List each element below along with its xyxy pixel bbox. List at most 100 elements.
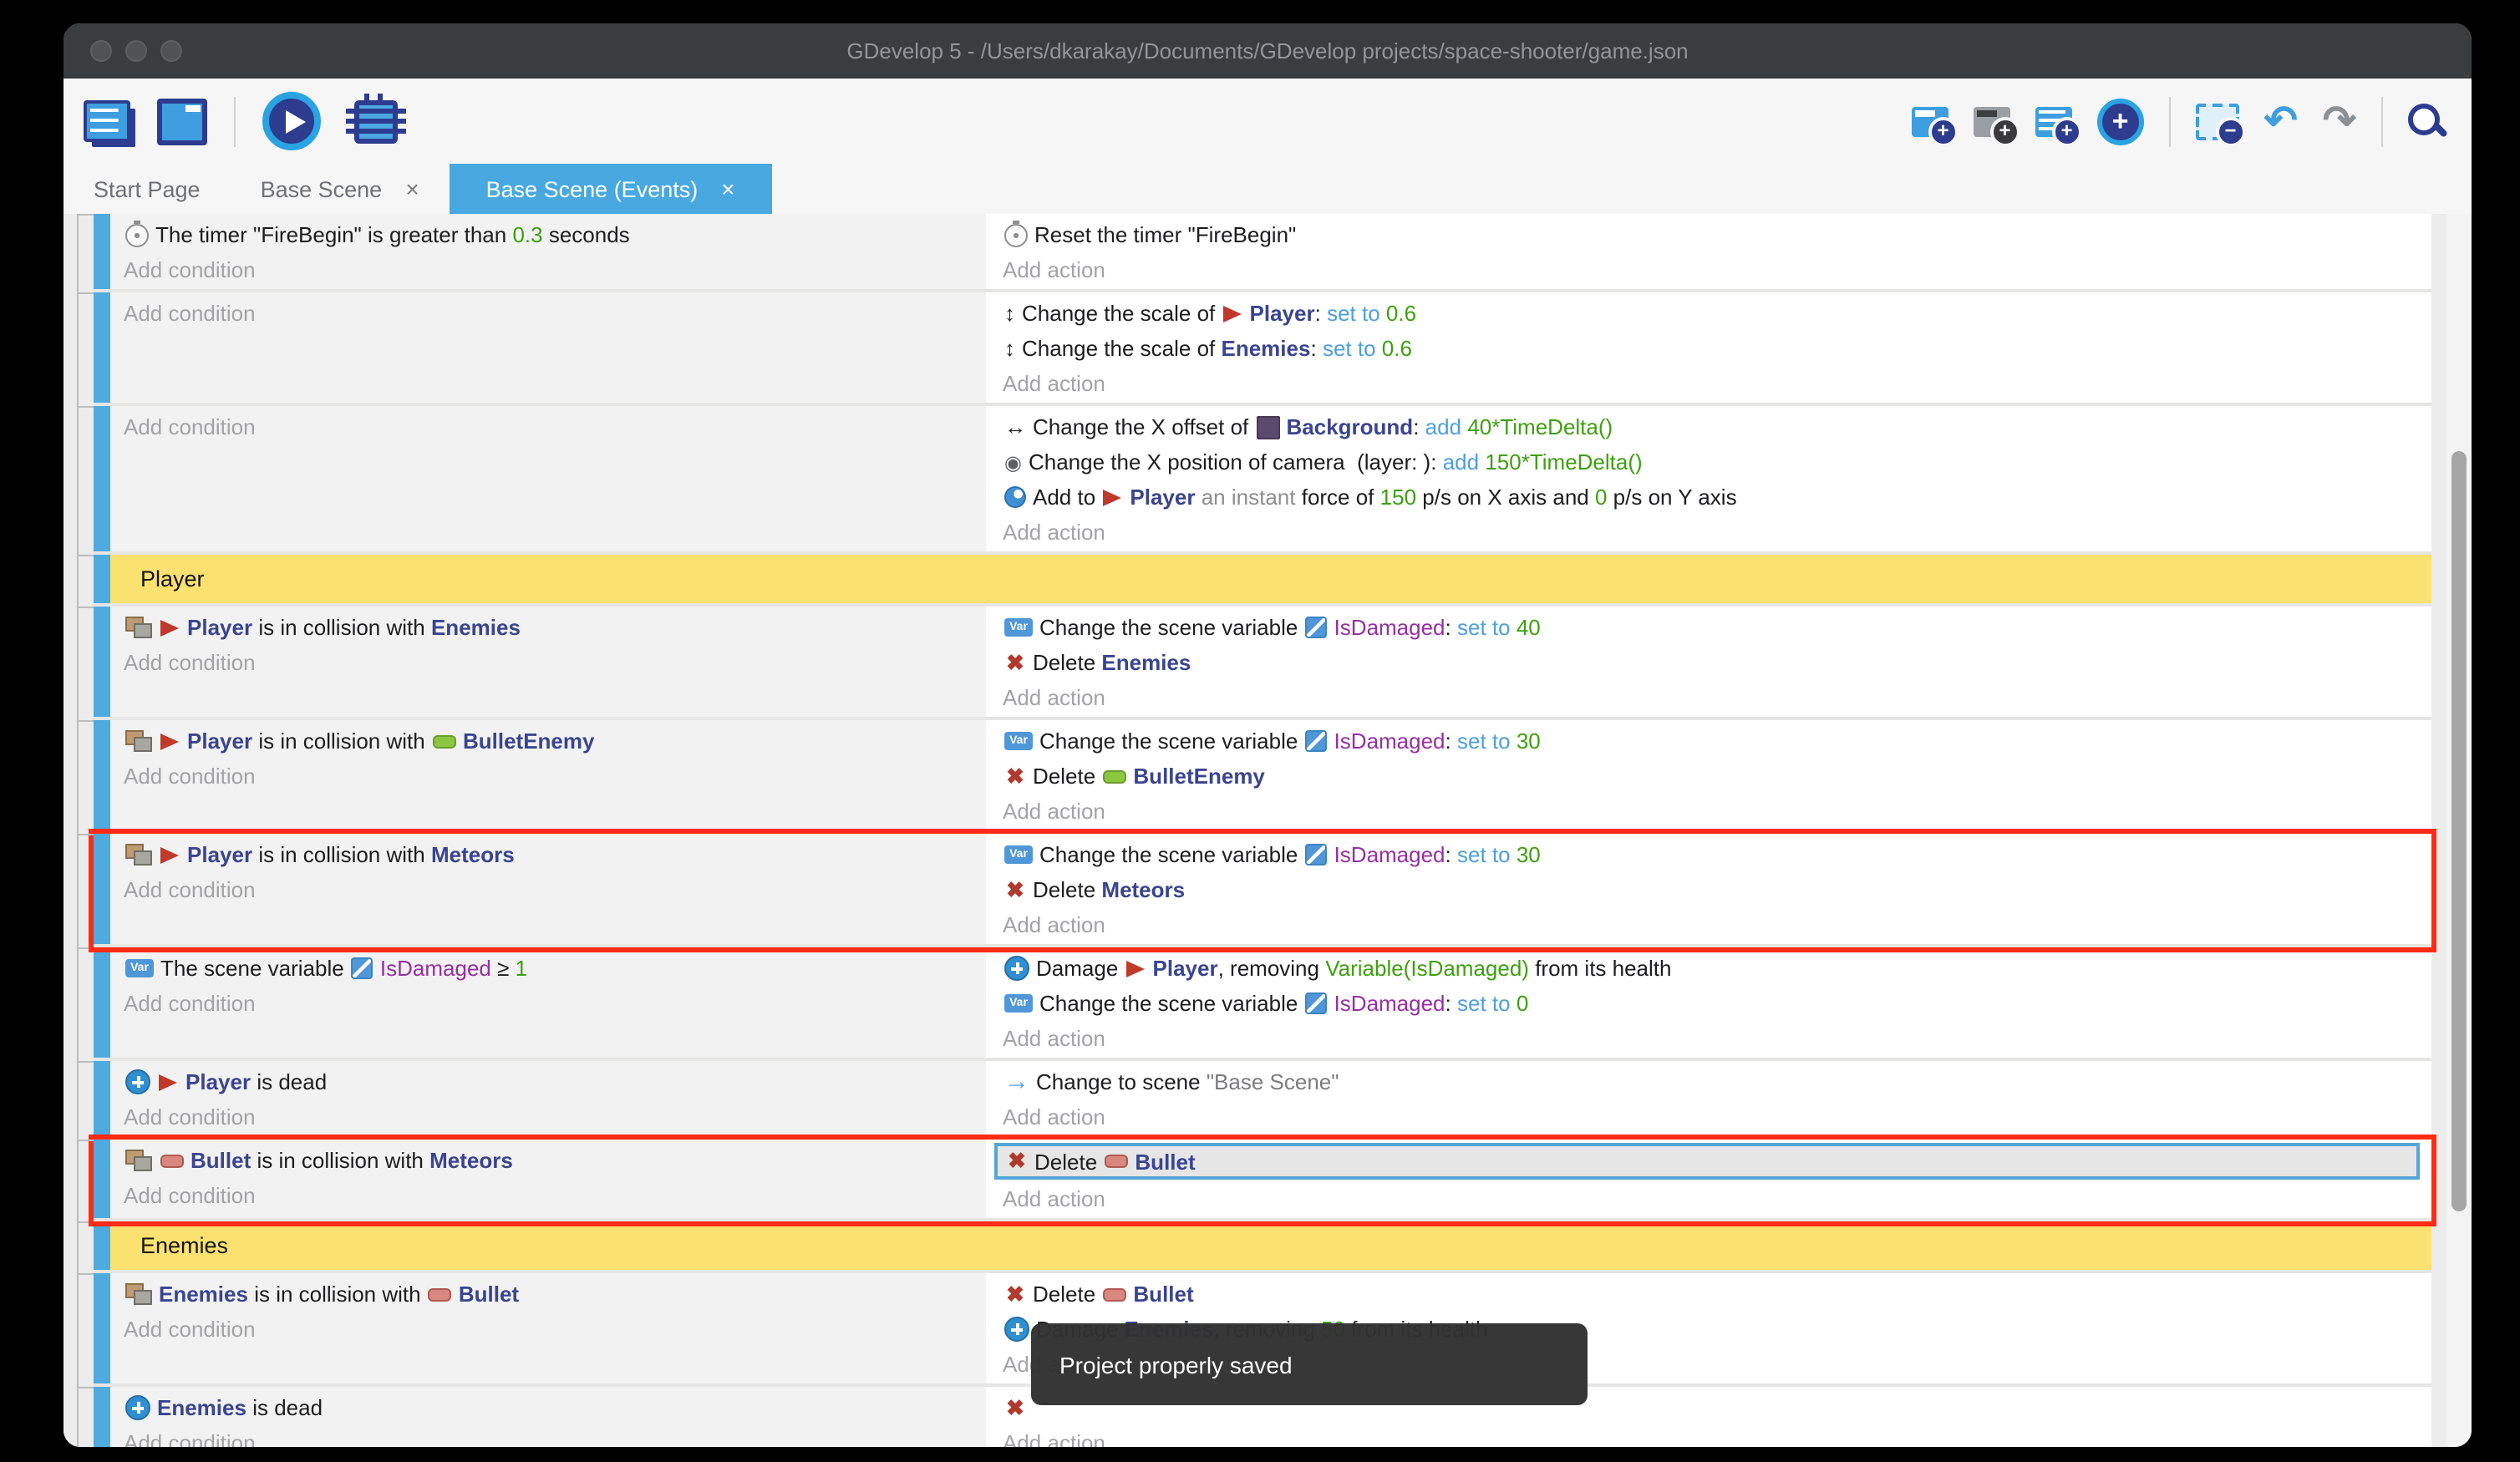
add-condition-link[interactable]: Add condition	[124, 986, 986, 1021]
condition-instruction[interactable]: Bullet is in collision with Meteors	[124, 1143, 986, 1178]
conditions-cell[interactable]: The timer "FireBegin" is greater than 0.…	[110, 214, 986, 289]
group-header[interactable]: Player	[110, 555, 2431, 603]
close-button[interactable]	[90, 40, 112, 62]
add-circle-icon[interactable]: +	[2097, 98, 2144, 145]
action-instruction[interactable]: Delete Meteors	[1003, 872, 2431, 907]
add-action-link[interactable]: Add action	[1003, 515, 2431, 550]
conditions-cell[interactable]: Add condition	[110, 292, 986, 403]
add-action-link[interactable]: Add action	[1003, 680, 2431, 715]
condition-instruction[interactable]: Enemies is in collision with Bullet	[124, 1277, 986, 1312]
actions-cell[interactable]: Change the scale of Player: set to 0.6Ch…	[993, 292, 2431, 403]
condition-instruction[interactable]: The scene variable IsDamaged ≥ 1	[124, 951, 986, 986]
action-instruction[interactable]: Change the scene variable IsDamaged: set…	[1003, 837, 2431, 872]
action-instruction[interactable]: Delete Bullet	[994, 1143, 2420, 1180]
action-instruction[interactable]: Delete Enemies	[1003, 645, 2431, 680]
add-condition-link[interactable]: Add condition	[124, 759, 986, 794]
actions-cell[interactable]: Change the scene variable IsDamaged: set…	[993, 720, 2431, 830]
add-event-icon[interactable]: +	[1912, 106, 1948, 136]
condition-instruction[interactable]: Player is in collision with Enemies	[124, 610, 986, 645]
redo-icon[interactable]: ↷	[2323, 101, 2356, 141]
scrollbar-thumb[interactable]	[2451, 451, 2467, 1211]
action-instruction[interactable]: Damage Player, removing Variable(IsDamag…	[1003, 951, 2431, 986]
condition-instruction[interactable]: Enemies is dead	[124, 1390, 986, 1425]
scene-editor-icon[interactable]	[157, 98, 207, 145]
conditions-cell[interactable]: Player is deadAdd condition	[110, 1061, 986, 1136]
condition-instruction[interactable]: Player is dead	[124, 1064, 986, 1099]
add-subevent-icon[interactable]: +	[1974, 106, 2010, 136]
action-instruction[interactable]: Add to Player an instant force of 150 p/…	[1003, 480, 2431, 515]
actions-cell[interactable]: Change the X offset of Background: add 4…	[993, 406, 2431, 551]
actions-cell[interactable]: Reset the timer "FireBegin"Add action	[993, 214, 2431, 289]
conditions-cell[interactable]: Player is in collision with MeteorsAdd c…	[110, 834, 986, 944]
event-marker-bar[interactable]	[94, 1061, 110, 1136]
event-marker-bar[interactable]	[94, 834, 110, 944]
add-condition-link[interactable]: Add condition	[124, 872, 986, 907]
event-marker-bar[interactable]	[94, 555, 110, 603]
add-condition-link[interactable]: Add condition	[124, 1312, 986, 1347]
minimize-button[interactable]	[125, 40, 147, 62]
event-marker-bar[interactable]	[94, 1140, 110, 1218]
event-marker-bar[interactable]	[94, 406, 110, 551]
undo-icon[interactable]: ↶	[2264, 101, 2298, 141]
conditions-cell[interactable]: The scene variable IsDamaged ≥ 1Add cond…	[110, 947, 986, 1058]
action-instruction[interactable]: Delete BulletEnemy	[1003, 759, 2431, 794]
action-instruction[interactable]: Change the scene variable IsDamaged: set…	[1003, 986, 2431, 1021]
add-action-link[interactable]: Add action	[1003, 794, 2431, 829]
add-action-link[interactable]: Add action	[1003, 1099, 2431, 1135]
project-manager-icon[interactable]	[84, 100, 130, 142]
add-action-link[interactable]: Add action	[1003, 907, 2431, 942]
conditions-cell[interactable]: Bullet is in collision with MeteorsAdd c…	[110, 1140, 986, 1218]
actions-cell[interactable]: Damage Player, removing Variable(IsDamag…	[993, 947, 2431, 1058]
close-icon[interactable]: ×	[405, 175, 419, 202]
event-marker-bar[interactable]	[94, 214, 110, 289]
tab-base-scene-events[interactable]: Base Scene (Events) ×	[450, 164, 772, 214]
actions-cell[interactable]: Change the scene variable IsDamaged: set…	[993, 607, 2431, 717]
tab-base-scene[interactable]: Base Scene ×	[231, 164, 450, 214]
event-marker-bar[interactable]	[94, 1387, 110, 1447]
add-condition-link[interactable]: Add condition	[124, 1178, 986, 1213]
add-action-link[interactable]: Add action	[1003, 1425, 2431, 1447]
action-instruction[interactable]: Change the X offset of Background: add 4…	[1003, 409, 2431, 444]
action-instruction[interactable]: Delete Bullet	[1003, 1277, 2431, 1312]
add-condition-link[interactable]: Add condition	[124, 645, 986, 680]
action-instruction[interactable]: Change to scene "Base Scene"	[1003, 1064, 2431, 1099]
conditions-cell[interactable]: Enemies is deadAdd condition	[110, 1387, 986, 1447]
add-condition-link[interactable]: Add condition	[124, 1099, 986, 1135]
event-marker-bar[interactable]	[94, 607, 110, 717]
add-comment-icon[interactable]: +	[2035, 106, 2072, 136]
actions-cell[interactable]: Change the scene variable IsDamaged: set…	[993, 834, 2431, 944]
conditions-cell[interactable]: Add condition	[110, 406, 986, 551]
add-action-link[interactable]: Add action	[1003, 366, 2431, 401]
actions-cell[interactable]: Delete BulletAdd action	[993, 1140, 2431, 1218]
tab-start-page[interactable]: Start Page	[64, 164, 231, 214]
action-instruction[interactable]: Change the scale of Player: set to 0.6	[1003, 296, 2431, 331]
conditions-cell[interactable]: Enemies is in collision with BulletAdd c…	[110, 1273, 986, 1383]
add-condition-link[interactable]: Add condition	[124, 1425, 986, 1447]
add-action-link[interactable]: Add action	[1003, 1181, 2431, 1216]
condition-instruction[interactable]: Player is in collision with Meteors	[124, 837, 986, 872]
zoom-button[interactable]	[160, 40, 182, 62]
add-condition-link[interactable]: Add condition	[124, 409, 986, 444]
scrollbar-track[interactable]	[2446, 214, 2472, 1447]
event-marker-bar[interactable]	[94, 720, 110, 830]
add-action-link[interactable]: Add action	[1003, 1021, 2431, 1056]
add-action-link[interactable]: Add action	[1003, 252, 2431, 287]
event-marker-bar[interactable]	[94, 292, 110, 403]
action-instruction[interactable]: Change the scene variable IsDamaged: set…	[1003, 723, 2431, 759]
action-instruction[interactable]: Change the X position of camera (layer: …	[1003, 444, 2431, 480]
event-marker-bar[interactable]	[94, 1221, 110, 1270]
condition-instruction[interactable]: Player is in collision with BulletEnemy	[124, 723, 986, 759]
action-instruction[interactable]: Change the scene variable IsDamaged: set…	[1003, 610, 2431, 645]
action-instruction[interactable]: Reset the timer "FireBegin"	[1003, 217, 2431, 252]
play-icon[interactable]	[262, 92, 321, 150]
group-header[interactable]: Enemies	[110, 1221, 2431, 1270]
event-marker-bar[interactable]	[94, 1273, 110, 1383]
condition-instruction[interactable]: The timer "FireBegin" is greater than 0.…	[124, 217, 986, 252]
actions-cell[interactable]: Change to scene "Base Scene"Add action	[993, 1061, 2431, 1136]
debug-icon[interactable]	[354, 99, 398, 143]
conditions-cell[interactable]: Player is in collision with EnemiesAdd c…	[110, 607, 986, 717]
add-condition-link[interactable]: Add condition	[124, 296, 986, 331]
close-icon[interactable]: ×	[721, 175, 734, 202]
action-instruction[interactable]: Change the scale of Enemies: set to 0.6	[1003, 331, 2431, 366]
conditions-cell[interactable]: Player is in collision with BulletEnemyA…	[110, 720, 986, 830]
